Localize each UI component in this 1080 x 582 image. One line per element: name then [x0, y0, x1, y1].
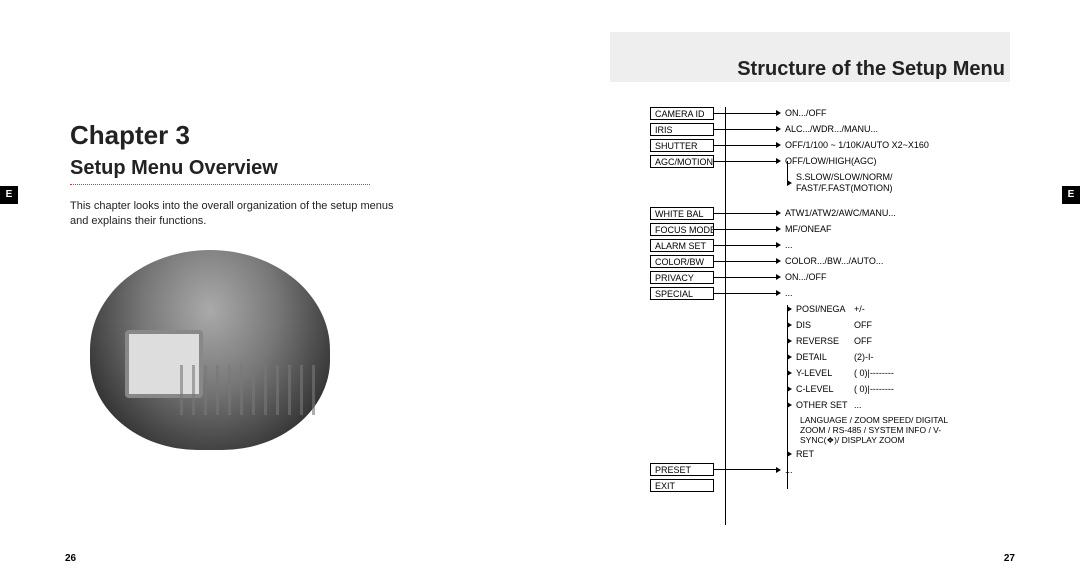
arrow-right-icon — [787, 306, 792, 312]
menu-row: SPECIAL ... — [650, 285, 1030, 301]
other-set-detail: LANGUAGE / ZOOM SPEED/ DIGITAL ZOOM / RS… — [800, 413, 970, 446]
menu-sublabel: REVERSE — [796, 333, 854, 349]
menu-subrow: S.SLOW/SLOW/NORM/ FAST/F.FAST(MOTION) — [650, 169, 1030, 197]
menu-tree: CAMERA ID ON.../OFF IRIS ALC.../WDR.../M… — [650, 105, 1030, 494]
menu-label: SPECIAL — [650, 287, 714, 300]
menu-sublabel: RET — [796, 446, 854, 462]
menu-value: ATW1/ATW2/AWC/MANU... — [785, 205, 896, 221]
menu-subvalue: ( 0)|-------- — [854, 381, 894, 397]
arrow-right-icon — [787, 451, 792, 457]
menu-subrow: RET — [650, 446, 1030, 462]
arrow-right-icon — [776, 110, 781, 116]
arrow-right-icon — [787, 338, 792, 344]
menu-row: COLOR/BW COLOR.../BW.../AUTO... — [650, 253, 1030, 269]
arrow-right-icon — [787, 354, 792, 360]
menu-value: MF/ONEAF — [785, 221, 832, 237]
menu-value: ON.../OFF — [785, 269, 827, 285]
intro-text: This chapter looks into the overall orga… — [70, 199, 400, 230]
menu-row: SHUTTER OFF/1/100 ~ 1/10K/AUTO X2~X160 — [650, 137, 1030, 153]
menu-subvalue: +/- — [854, 301, 865, 317]
arrow-right-icon — [787, 322, 792, 328]
menu-value: OFF/LOW/HIGH(AGC) — [785, 153, 877, 169]
menu-row: CAMERA ID ON.../OFF — [650, 105, 1030, 121]
menu-row: FOCUS MODE MF/ONEAF — [650, 221, 1030, 237]
menu-row: AGC/MOTION OFF/LOW/HIGH(AGC) — [650, 153, 1030, 169]
menu-subvalue: ... — [854, 397, 862, 413]
page-number-left: 26 — [65, 553, 76, 564]
menu-label: COLOR/BW — [650, 255, 714, 268]
arrow-right-icon — [787, 370, 792, 376]
arrow-right-icon — [776, 210, 781, 216]
menu-value: ON.../OFF — [785, 105, 827, 121]
arrow-right-icon — [776, 242, 781, 248]
arrow-right-icon — [776, 467, 781, 473]
menu-subrow: OTHER SET ... — [650, 397, 1030, 413]
menu-label: WHITE BAL — [650, 207, 714, 220]
menu-subrow: Y-LEVEL ( 0)|-------- — [650, 365, 1030, 381]
menu-label: FOCUS MODE — [650, 223, 714, 236]
menu-value: S.SLOW/SLOW/NORM/ FAST/F.FAST(MOTION) — [796, 172, 893, 194]
arrow-right-icon — [776, 290, 781, 296]
menu-sublabel: Y-LEVEL — [796, 365, 854, 381]
menu-row: ALARM SET ... — [650, 237, 1030, 253]
menu-label: PRESET — [650, 463, 714, 476]
menu-subvalue: OFF — [854, 333, 872, 349]
menu-row: WHITE BAL ATW1/ATW2/AWC/MANU... — [650, 205, 1030, 221]
page-number-right: 27 — [1004, 553, 1015, 564]
menu-subrow: REVERSE OFF — [650, 333, 1030, 349]
menu-subrow: C-LEVEL ( 0)|-------- — [650, 381, 1030, 397]
divider-dotted — [70, 184, 370, 185]
menu-value: OFF/1/100 ~ 1/10K/AUTO X2~X160 — [785, 137, 929, 153]
arrow-right-icon — [776, 258, 781, 264]
menu-label: CAMERA ID — [650, 107, 714, 120]
page-right: E Structure of the Setup Menu CAMERA ID … — [540, 0, 1080, 582]
structure-title: Structure of the Setup Menu — [605, 58, 1005, 81]
menu-subvalue: (2)-I- — [854, 349, 874, 365]
menu-value: ALC.../WDR.../MANU... — [785, 121, 878, 137]
arrow-right-icon — [787, 402, 792, 408]
page-left: E Chapter 3 Setup Menu Overview This cha… — [0, 0, 540, 582]
edge-tab-left: E — [0, 186, 18, 204]
menu-row: IRIS ALC.../WDR.../MANU... — [650, 121, 1030, 137]
menu-label: EXIT — [650, 479, 714, 492]
menu-value: ... — [785, 285, 793, 301]
menu-subrow-detail: LANGUAGE / ZOOM SPEED/ DIGITAL ZOOM / RS… — [650, 413, 1030, 446]
arrow-right-icon — [776, 226, 781, 232]
menu-value: ... — [785, 237, 793, 253]
menu-subrow: DIS OFF — [650, 317, 1030, 333]
arrow-right-icon — [776, 158, 781, 164]
menu-label: ALARM SET — [650, 239, 714, 252]
menu-sublabel: DETAIL — [796, 349, 854, 365]
menu-row: PRESET ... — [650, 462, 1030, 478]
page-spread: E Chapter 3 Setup Menu Overview This cha… — [0, 0, 1080, 582]
menu-subrow: DETAIL (2)-I- — [650, 349, 1030, 365]
menu-row: PRIVACY ON.../OFF — [650, 269, 1030, 285]
menu-label: SHUTTER — [650, 139, 714, 152]
arrow-right-icon — [787, 386, 792, 392]
menu-label: IRIS — [650, 123, 714, 136]
edge-tab-right: E — [1062, 186, 1080, 204]
arrow-right-icon — [776, 142, 781, 148]
menu-value: COLOR.../BW.../AUTO... — [785, 253, 883, 269]
menu-label: AGC/MOTION — [650, 155, 714, 168]
arrow-right-icon — [787, 180, 792, 186]
menu-label: PRIVACY — [650, 271, 714, 284]
menu-value: ... — [785, 462, 793, 478]
dome-camera-illustration — [70, 250, 350, 470]
menu-subvalue: OFF — [854, 317, 872, 333]
menu-row: EXIT — [650, 478, 1030, 494]
menu-subrow: POSI/NEGA +/- — [650, 301, 1030, 317]
menu-sublabel: DIS — [796, 317, 854, 333]
arrow-right-icon — [776, 126, 781, 132]
menu-sublabel: OTHER SET — [796, 397, 854, 413]
arrow-right-icon — [776, 274, 781, 280]
menu-sublabel: C-LEVEL — [796, 381, 854, 397]
menu-sublabel: POSI/NEGA — [796, 301, 854, 317]
menu-subvalue: ( 0)|-------- — [854, 365, 894, 381]
chapter-heading: Chapter 3 — [70, 120, 470, 151]
chapter-subtitle: Setup Menu Overview — [70, 157, 470, 180]
